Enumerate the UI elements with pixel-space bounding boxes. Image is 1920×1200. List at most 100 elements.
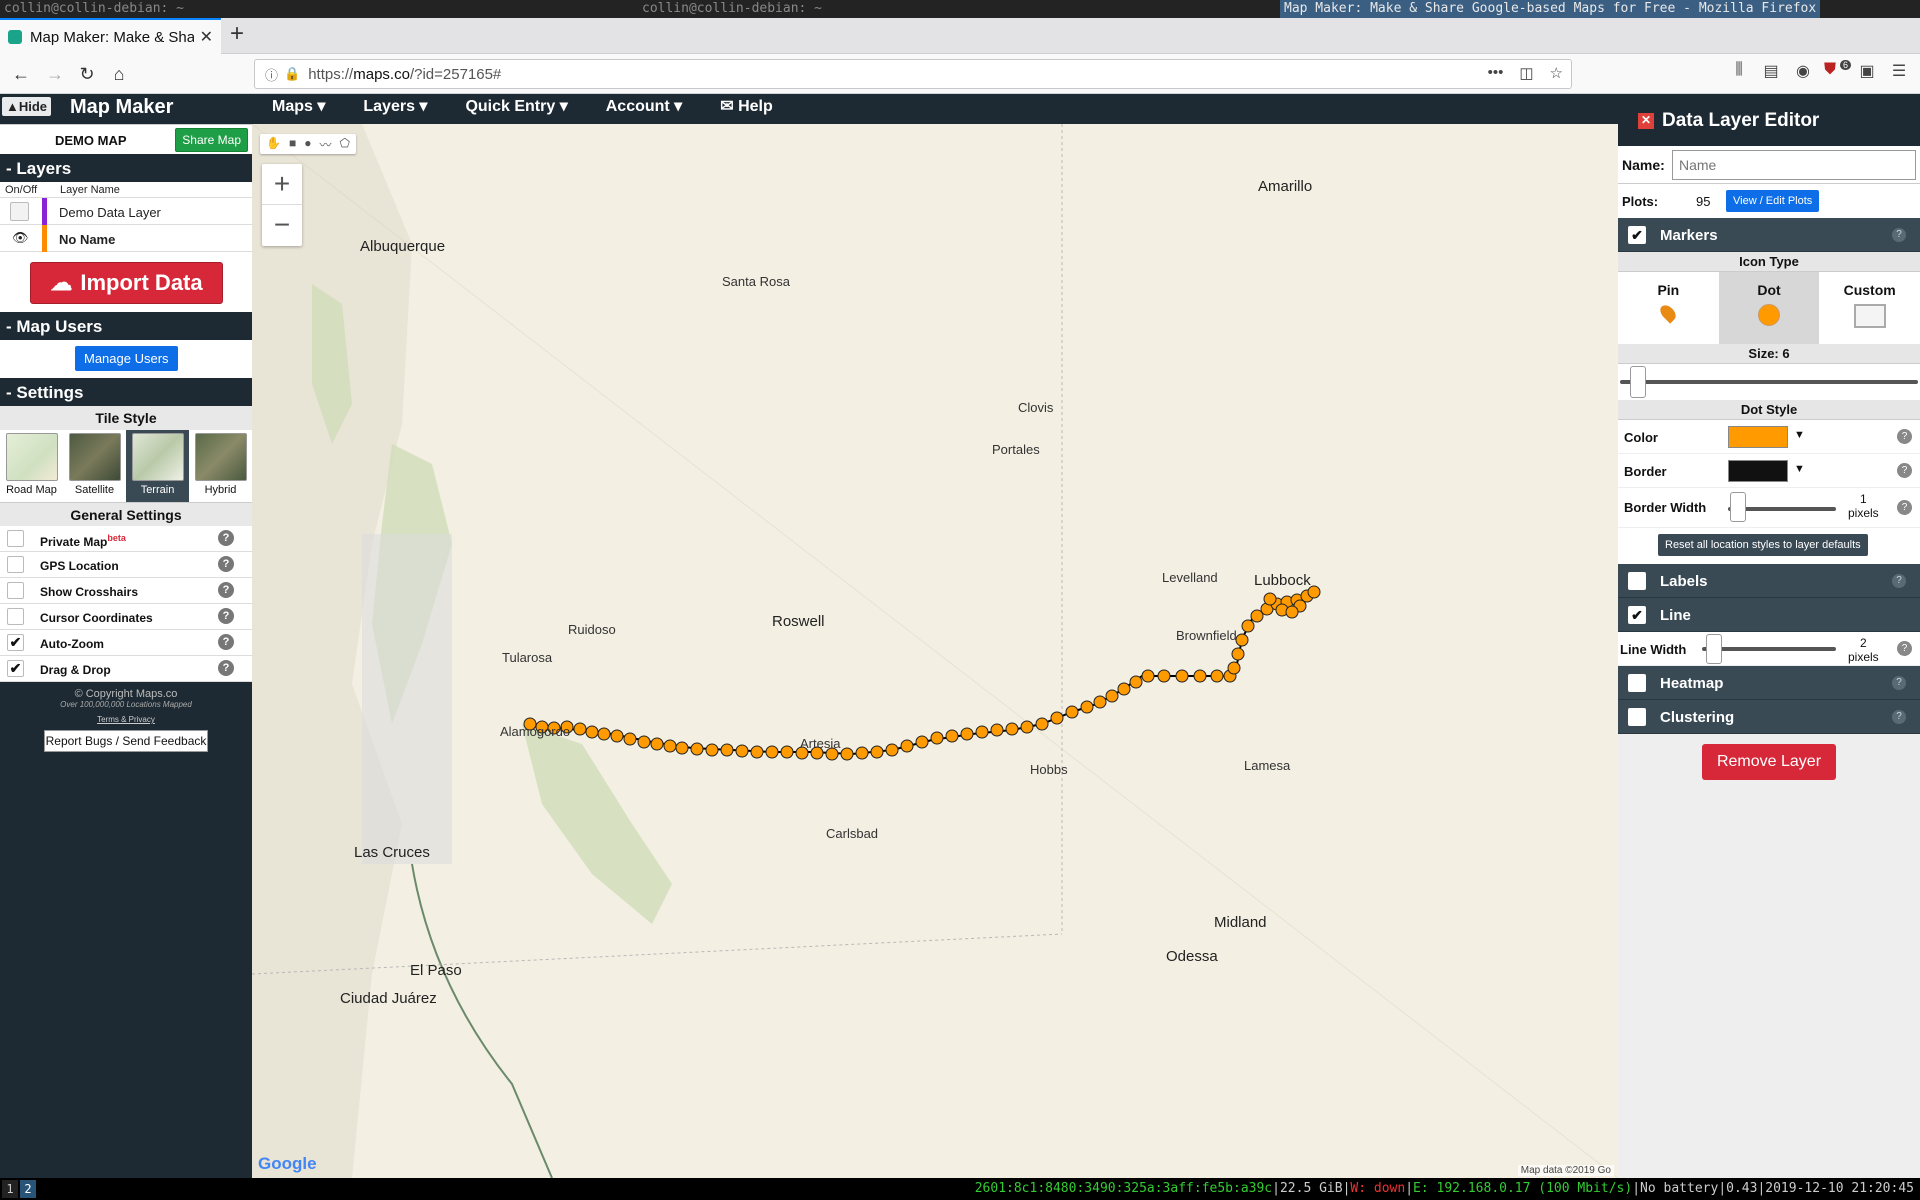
menu-account[interactable]: Account ▾ [606, 94, 682, 124]
back-icon[interactable]: ← [8, 61, 34, 87]
setting-auto-zoom[interactable]: ✔ Auto-Zoom? [0, 630, 252, 656]
circle-icon[interactable]: ● [304, 136, 311, 152]
manage-users-button[interactable]: Manage Users [75, 346, 178, 371]
layer-row[interactable]: 👁 No Name [0, 225, 252, 252]
heatmap-checkbox[interactable] [1628, 674, 1646, 692]
help-icon[interactable]: ? [218, 556, 234, 572]
tile-terrain[interactable]: Terrain [126, 430, 189, 502]
border-width-handle[interactable] [1730, 492, 1746, 522]
menu-layers[interactable]: Layers ▾ [363, 94, 427, 124]
icon-type-dot[interactable]: Dot [1718, 272, 1820, 344]
url-bar[interactable]: ⓘ 🔒 https://maps.co/?id=257165# ••• ◫ ☆ [254, 59, 1572, 89]
menu-maps[interactable]: Maps ▾ [272, 94, 325, 124]
help-icon[interactable]: ? [218, 634, 234, 650]
polyline-icon[interactable]: 〰 [319, 136, 331, 152]
setting-checkbox[interactable] [7, 556, 24, 573]
library-icon[interactable]: ⫼ [1728, 61, 1750, 81]
setting-gps-location[interactable]: GPS Location? [0, 552, 252, 578]
heatmap-section[interactable]: Heatmap ? [1618, 666, 1920, 700]
layer-visibility-checkbox[interactable] [10, 202, 29, 221]
menu-quick-entry[interactable]: Quick Entry ▾ [465, 94, 567, 124]
help-icon[interactable]: ? [218, 660, 234, 676]
polygon-icon[interactable]: ⬠ [339, 136, 349, 152]
tile-road-map[interactable]: Road Map [0, 430, 63, 502]
settings-heading[interactable]: - Settings [0, 378, 252, 406]
setting-show-crosshairs[interactable]: Show Crosshairs? [0, 578, 252, 604]
eye-icon[interactable]: 👁 [12, 230, 29, 246]
border-dropdown-icon[interactable]: ▼ [1794, 463, 1805, 475]
help-icon[interactable]: ? [218, 530, 234, 546]
workspace-2[interactable]: 2 [20, 1180, 36, 1198]
markers-checkbox[interactable]: ✔ [1628, 226, 1646, 244]
help-icon[interactable]: ? [1892, 676, 1906, 690]
close-tab-icon[interactable]: ✕ [200, 27, 213, 47]
help-icon[interactable]: ? [218, 608, 234, 624]
new-tab-button[interactable]: + [230, 20, 244, 48]
clustering-section[interactable]: Clustering ? [1618, 700, 1920, 734]
help-icon[interactable]: ? [218, 582, 234, 598]
labels-checkbox[interactable] [1628, 572, 1646, 590]
line-checkbox[interactable]: ✔ [1628, 606, 1646, 624]
layer-name-input[interactable] [1672, 150, 1916, 180]
menu-help[interactable]: ✉ Help [720, 94, 773, 124]
sidebar-icon[interactable]: ▤ [1760, 61, 1782, 81]
line-section[interactable]: ✔ Line [1618, 598, 1920, 632]
tile-satellite[interactable]: Satellite [63, 430, 126, 502]
help-icon[interactable]: ? [1892, 228, 1906, 242]
menu-icon[interactable]: ☰ [1888, 61, 1910, 81]
size-slider-handle[interactable] [1630, 366, 1646, 398]
share-map-button[interactable]: Share Map [175, 128, 248, 152]
color-swatch[interactable] [1728, 426, 1788, 448]
map-users-heading[interactable]: - Map Users [0, 312, 252, 340]
help-icon[interactable]: ? [1892, 710, 1906, 724]
border-color-swatch[interactable] [1728, 460, 1788, 482]
setting-private-map[interactable]: Private Mapbeta? [0, 526, 252, 552]
import-data-button[interactable]: ☁ Import Data [30, 262, 223, 304]
info-icon[interactable]: ⓘ [265, 65, 278, 84]
map-canvas[interactable]: ✋ ■ ● 〰 ⬠ + − Albuquerque Santa Rosa Ama… [252, 124, 1618, 1178]
view-edit-plots-button[interactable]: View / Edit Plots [1726, 190, 1820, 212]
help-icon[interactable]: ? [1892, 574, 1906, 588]
setting-drag-drop[interactable]: ✔ Drag & Drop? [0, 656, 252, 682]
setting-checkbox[interactable]: ✔ [7, 660, 24, 677]
icon-type-pin[interactable]: Pin [1618, 272, 1719, 344]
remove-layer-button[interactable]: Remove Layer [1702, 744, 1836, 780]
setting-checkbox[interactable] [7, 608, 24, 625]
pocket-icon[interactable]: ◫ [1519, 64, 1533, 82]
help-icon[interactable]: ? [1897, 429, 1912, 444]
reload-icon[interactable]: ↻ [74, 61, 100, 87]
home-icon[interactable]: ⌂ [106, 61, 132, 87]
forward-icon[interactable]: → [42, 61, 68, 87]
zoom-in-button[interactable]: + [262, 164, 302, 205]
reset-styles-button[interactable]: Reset all location styles to layer defau… [1658, 534, 1868, 556]
color-dropdown-icon[interactable]: ▼ [1794, 429, 1805, 441]
setting-checkbox[interactable] [7, 582, 24, 599]
icon-type-custom[interactable]: Custom [1819, 272, 1920, 344]
page-actions-icon[interactable]: ••• [1488, 64, 1504, 82]
help-icon[interactable]: ? [1897, 641, 1912, 656]
setting-checkbox[interactable] [7, 530, 24, 547]
extension-icon[interactable]: ▣ [1856, 61, 1878, 81]
clustering-checkbox[interactable] [1628, 708, 1646, 726]
terms-link[interactable]: Terms & Privacy [0, 715, 252, 724]
workspace-1[interactable]: 1 [2, 1180, 18, 1198]
layer-row[interactable]: Demo Data Layer [0, 198, 252, 225]
layers-heading[interactable]: - Layers [0, 154, 252, 182]
report-bugs-button[interactable]: Report Bugs / Send Feedback [44, 730, 208, 752]
bookmark-star-icon[interactable]: ☆ [1550, 64, 1563, 82]
account-icon[interactable]: ◉ [1792, 61, 1814, 81]
setting-cursor-coordinates[interactable]: Cursor Coordinates? [0, 604, 252, 630]
size-slider[interactable] [1618, 364, 1920, 400]
zoom-out-button[interactable]: − [262, 205, 302, 246]
rectangle-icon[interactable]: ■ [289, 136, 296, 152]
ublock-icon[interactable]: ⛊ 6 [1824, 60, 1852, 81]
tile-hybrid[interactable]: Hybrid [189, 430, 252, 502]
setting-checkbox[interactable]: ✔ [7, 634, 24, 651]
hide-button[interactable]: ▲Hide [2, 97, 52, 116]
hand-icon[interactable]: ✋ [266, 136, 281, 152]
markers-section[interactable]: ✔ Markers ? [1618, 218, 1920, 252]
help-icon[interactable]: ? [1897, 500, 1912, 515]
line-width-handle[interactable] [1706, 634, 1722, 664]
close-editor-button[interactable]: ✕ [1638, 113, 1654, 129]
labels-section[interactable]: Labels ? [1618, 564, 1920, 598]
